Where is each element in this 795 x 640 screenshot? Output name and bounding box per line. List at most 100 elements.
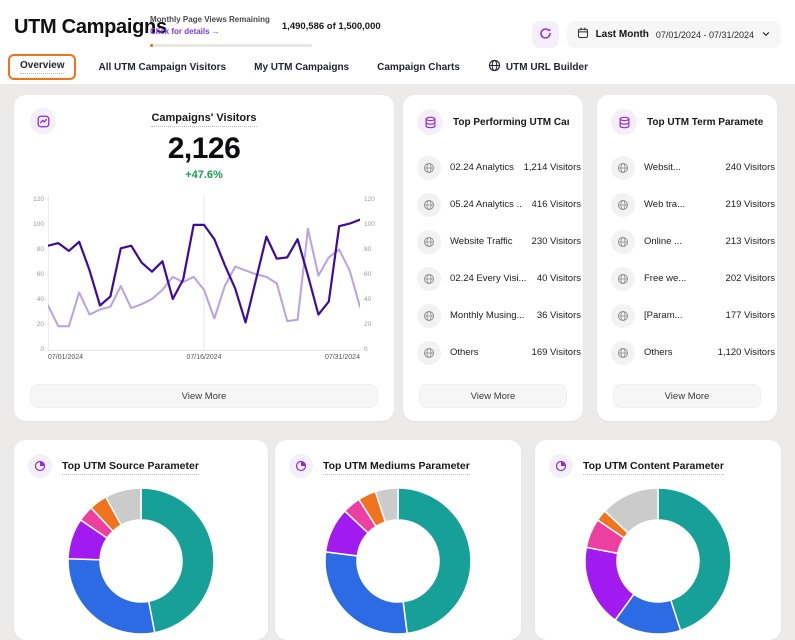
campaigns-visitors-card: Campaigns' Visitors 2,126 +47.6% 1201008… <box>14 95 394 421</box>
tab-my-utm-campaigns[interactable]: My UTM Campaigns <box>254 62 349 73</box>
list-item[interactable]: Others 169 Visitors <box>403 334 583 371</box>
item-name: 02.24 Every Visi... <box>450 273 528 284</box>
card-title: Top UTM Content Parameter <box>583 460 724 472</box>
visitors-change-badge: +47.6% <box>14 169 394 181</box>
globe-icon <box>417 230 441 254</box>
globe-icon <box>417 156 441 180</box>
usage-progress-bar <box>150 44 312 47</box>
list-item[interactable]: Web tra...219 Visitors <box>597 186 777 223</box>
tab-overview[interactable]: Overview <box>8 54 76 80</box>
globe-icon <box>417 304 441 328</box>
globe-icon <box>611 267 635 291</box>
item-name: 02.24 Analytics ... <box>450 162 515 173</box>
page-title: UTM Campaigns <box>14 16 167 39</box>
item-visitors: 40 Visitors <box>537 273 581 284</box>
usage-label: Monthly Page Views Remaining <box>150 15 270 24</box>
chevron-down-icon <box>761 26 771 44</box>
top-bar: UTM Campaigns Monthly Page Views Remaini… <box>0 0 795 84</box>
mediums-donut-chart <box>323 486 473 636</box>
top-utm-mediums-card: Top UTM Mediums Parameter <box>275 440 521 640</box>
date-range-picker[interactable]: Last Month 07/01/2024 - 07/31/2024 <box>567 21 781 48</box>
card-title: Top UTM Term Parameter <box>647 117 763 128</box>
source-donut-chart <box>66 486 216 636</box>
item-name: Others <box>644 347 709 358</box>
globe-icon <box>611 193 635 217</box>
line-chart-icon <box>30 108 56 134</box>
dashboard-content: Campaigns' Visitors 2,126 +47.6% 1201008… <box>0 84 795 518</box>
card-title: Top Performing UTM Camp... <box>453 117 569 128</box>
item-visitors: 202 Visitors <box>726 273 775 284</box>
calendar-icon <box>577 26 589 44</box>
pie-chart-icon <box>28 454 52 478</box>
database-icon <box>417 109 443 135</box>
item-visitors: 169 Visitors <box>532 347 581 358</box>
x-axis-labels: 07/01/202407/16/202407/31/2024 <box>48 354 360 361</box>
item-visitors: 240 Visitors <box>726 162 775 173</box>
top-utm-source-card: Top UTM Source Parameter <box>14 440 268 640</box>
top-performing-campaigns-card: Top Performing UTM Camp... 02.24 Analyti… <box>403 95 583 421</box>
list-item[interactable]: Websit... 240 Visitors <box>597 149 777 186</box>
item-name: [Param... <box>644 310 717 321</box>
item-name: Online ... <box>644 236 717 247</box>
usage-summary: Monthly Page Views Remaining Click for d… <box>150 15 381 36</box>
list-item[interactable]: 02.24 Analytics ... 1,214 Visitors <box>403 149 583 186</box>
globe-icon <box>488 59 501 75</box>
y-axis-right: 120100806040200 <box>360 195 384 351</box>
item-visitors: 213 Visitors <box>726 236 775 247</box>
item-name: Free we... <box>644 273 717 284</box>
refresh-button[interactable] <box>532 21 559 48</box>
globe-icon <box>417 193 441 217</box>
card-title: Campaigns' Visitors <box>14 112 394 124</box>
item-name: Website Traffic <box>450 236 523 247</box>
item-visitors: 416 Visitors <box>532 199 581 210</box>
pie-chart-icon <box>549 454 573 478</box>
globe-icon <box>611 341 635 365</box>
item-name: Websit... <box>644 162 717 173</box>
date-range-value: 07/01/2024 - 07/31/2024 <box>656 30 754 40</box>
list-item[interactable]: Monthly Musing...36 Visitors <box>403 297 583 334</box>
line-plot <box>48 195 360 351</box>
tab-label: Overview <box>20 60 64 74</box>
visitors-line-chart: 120100806040200 120100806040200 <box>24 195 384 351</box>
tab-all-utm-campaign-visitors[interactable]: All UTM Campaign Visitors <box>98 62 226 73</box>
usage-details-link[interactable]: Click for details → <box>150 27 270 36</box>
tab-bar: Overview All UTM Campaign Visitors My UT… <box>8 53 588 81</box>
tab-label: Campaign Charts <box>377 62 460 73</box>
usage-value: 1,490,586 of 1,500,000 <box>282 21 381 32</box>
globe-icon <box>611 156 635 180</box>
list-item[interactable]: Free we... 202 Visitors <box>597 260 777 297</box>
item-visitors: 230 Visitors <box>532 236 581 247</box>
content-donut-chart <box>583 486 733 636</box>
card-title: Top UTM Mediums Parameter <box>323 460 470 472</box>
tab-label: All UTM Campaign Visitors <box>98 62 226 73</box>
date-preset-label: Last Month <box>596 29 649 40</box>
item-visitors: 1,214 Visitors <box>524 162 581 173</box>
terms-list: Websit... 240 Visitors Web tra...219 Visit… <box>597 149 777 371</box>
usage-progress-fill <box>150 44 153 47</box>
item-name: Others <box>450 347 523 358</box>
item-name: 05.24 Analytics ... <box>450 199 523 210</box>
list-item[interactable]: Website Traffic 230 Visitors <box>403 223 583 260</box>
list-item[interactable]: Online ... 213 Visitors <box>597 223 777 260</box>
globe-icon <box>611 230 635 254</box>
globe-icon <box>417 267 441 291</box>
view-more-button[interactable]: View More <box>613 384 761 408</box>
tab-label: My UTM Campaigns <box>254 62 349 73</box>
list-item[interactable]: Others1,120 Visitors <box>597 334 777 371</box>
tab-campaign-charts[interactable]: Campaign Charts <box>377 62 460 73</box>
view-more-button[interactable]: View More <box>419 384 567 408</box>
item-visitors: 219 Visitors <box>726 199 775 210</box>
list-item[interactable]: [Param... 177 Visitors <box>597 297 777 334</box>
globe-icon <box>417 341 441 365</box>
pie-chart-icon <box>289 454 313 478</box>
list-item[interactable]: 05.24 Analytics ... 416 Visitors <box>403 186 583 223</box>
tab-utm-url-builder[interactable]: UTM URL Builder <box>488 59 588 75</box>
list-item[interactable]: 02.24 Every Visi... 40 Visitors <box>403 260 583 297</box>
campaigns-list: 02.24 Analytics ... 1,214 Visitors 05.24 A… <box>403 149 583 371</box>
visitors-total: 2,126 <box>14 132 394 166</box>
item-visitors: 177 Visitors <box>726 310 775 321</box>
card-title: Top UTM Source Parameter <box>62 460 199 472</box>
view-more-button[interactable]: View More <box>30 384 378 408</box>
database-icon <box>611 109 637 135</box>
tab-label: UTM URL Builder <box>506 62 588 73</box>
